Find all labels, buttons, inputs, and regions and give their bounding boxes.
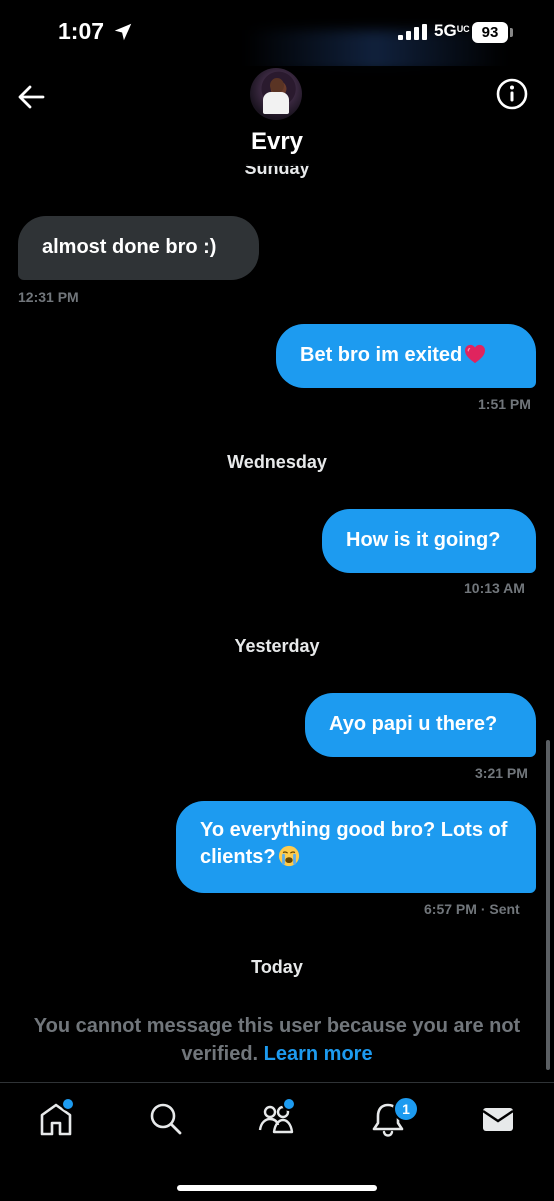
search-icon[interactable]	[146, 1099, 186, 1139]
day-label-today: Today	[251, 957, 303, 977]
scrollbar[interactable]	[546, 740, 550, 1070]
message-text: How is it going?	[346, 529, 501, 551]
avatar-head	[270, 78, 284, 93]
network-label: 5GUC	[434, 21, 470, 40]
message-bubble-received[interactable]: almost done bro :)	[18, 216, 259, 280]
day-label-wednesday: Wednesday	[227, 452, 327, 472]
battery-indicator: 93	[472, 22, 508, 43]
status-bar: 1:07 5GUC 93	[0, 0, 554, 72]
location-arrow-icon	[114, 23, 132, 41]
learn-more-link[interactable]: Learn more	[264, 1043, 373, 1065]
message-bubble-sent[interactable]: Ayo papi u there?	[305, 693, 536, 757]
message-timestamp: 3:21 PM	[475, 765, 528, 781]
home-indicator	[177, 1185, 377, 1191]
avatar[interactable]	[250, 68, 302, 120]
message-bubble-sent[interactable]: Yo everything good bro? Lots of clients?	[176, 801, 536, 893]
status-time: 1:07	[58, 18, 105, 44]
message-text: Yo everything good bro? Lots of clients?	[200, 819, 508, 868]
home-notification-dot	[61, 1097, 75, 1111]
message-timestamp: 10:13 AM	[464, 580, 525, 596]
signal-icon	[398, 24, 427, 40]
cannot-message-notice: You cannot message this user because you…	[20, 1012, 534, 1068]
message-bubble-sent[interactable]: How is it going?	[322, 509, 536, 573]
message-bubble-sent[interactable]: Bet bro im exited	[276, 324, 536, 388]
battery-tip	[510, 28, 513, 37]
conversation-title[interactable]: Evry	[0, 128, 554, 156]
day-label-yesterday: Yesterday	[234, 636, 320, 656]
message-timestamp: 6:57 PM · Sent	[424, 901, 520, 917]
message-timestamp: 1:51 PM	[478, 396, 531, 412]
conversation-header: Evry	[0, 66, 554, 166]
message-text: almost done bro :)	[42, 236, 217, 258]
message-timestamp: 12:31 PM	[18, 289, 79, 305]
communities-notification-dot	[282, 1097, 296, 1111]
avatar-shirt	[263, 92, 289, 114]
message-text: Ayo papi u there?	[329, 713, 498, 735]
info-icon[interactable]	[496, 78, 528, 110]
loudly-crying-face-emoji-icon	[278, 845, 299, 867]
back-arrow-icon[interactable]	[16, 82, 46, 112]
message-text: Bet bro im exited	[300, 344, 463, 366]
bottom-tab-bar: 1	[0, 1082, 554, 1201]
messages-icon[interactable]	[478, 1099, 518, 1139]
sent-status: · Sent	[480, 901, 520, 917]
red-heart-emoji-icon	[465, 344, 486, 364]
notifications-badge: 1	[393, 1096, 419, 1122]
